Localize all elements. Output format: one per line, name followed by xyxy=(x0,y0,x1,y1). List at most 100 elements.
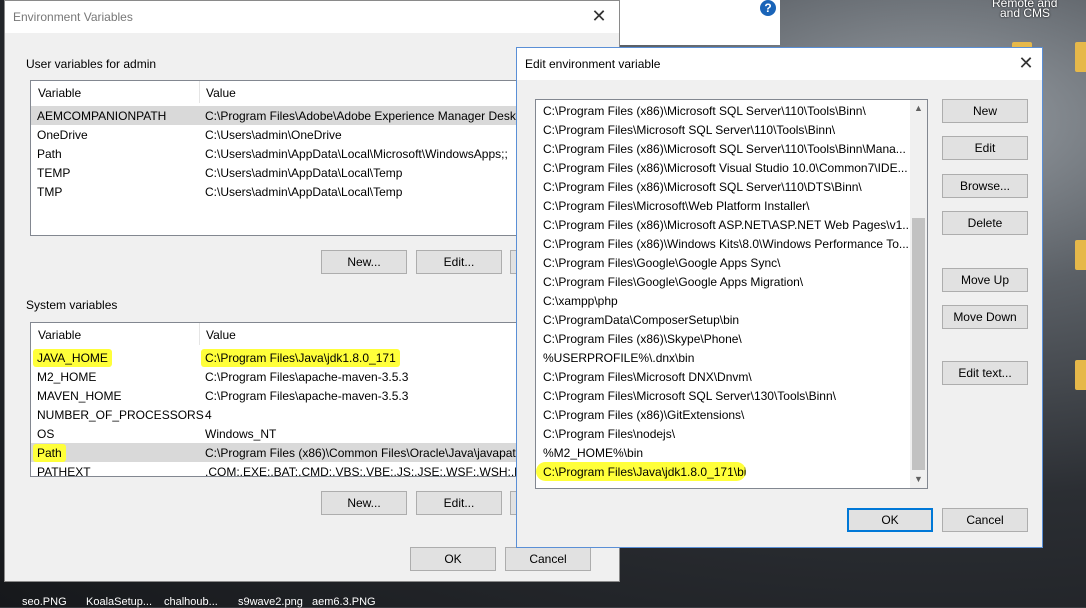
variable-value: .COM;.EXE;.BAT;.CMD;.VBS;.VBE;.JS;.JSE;.… xyxy=(205,465,530,477)
new-button[interactable]: New xyxy=(942,99,1028,123)
system-new-button[interactable]: New... xyxy=(321,491,407,515)
list-header: Variable Value xyxy=(31,81,529,103)
list-item[interactable]: C:\Program Files (x86)\GitExtensions\ xyxy=(536,405,908,424)
table-row[interactable]: TEMP C:\Users\admin\AppData\Local\Temp xyxy=(31,163,529,182)
list-item[interactable]: C:\Program Files (x86)\Windows Kits\8.0\… xyxy=(536,234,908,253)
variable-name: MAVEN_HOME xyxy=(37,389,122,403)
column-header-value[interactable]: Value xyxy=(206,328,236,342)
list-item[interactable]: C:\Program Files\Google\Google Apps Sync… xyxy=(536,253,908,272)
list-item[interactable]: %M2_HOME%\bin xyxy=(536,443,908,462)
variable-value: C:\Users\admin\AppData\Local\Temp xyxy=(205,166,403,180)
window-title: Environment Variables xyxy=(13,10,133,24)
scroll-down-icon[interactable]: ▼ xyxy=(910,471,927,488)
variable-name: TEMP xyxy=(37,166,71,180)
folder-icon[interactable] xyxy=(1075,360,1086,390)
folder-icon[interactable] xyxy=(1075,240,1086,270)
desktop-file-label[interactable]: KoalaSetup... xyxy=(86,596,152,608)
list-item[interactable]: %USERPROFILE%\.dnx\bin xyxy=(536,348,908,367)
column-header-variable[interactable]: Variable xyxy=(38,328,81,342)
edit-button[interactable]: Edit xyxy=(942,136,1028,160)
move-down-button[interactable]: Move Down xyxy=(942,305,1028,329)
table-row[interactable]: AEMCOMPANIONPATH C:\Program Files\Adobe\… xyxy=(31,106,529,125)
cancel-button[interactable]: Cancel xyxy=(942,508,1028,532)
user-variables-label: User variables for admin xyxy=(26,57,157,71)
vertical-scrollbar[interactable]: ▲ ▼ xyxy=(910,100,927,488)
table-row[interactable]: TMP C:\Users\admin\AppData\Local\Temp xyxy=(31,182,529,201)
close-icon[interactable]: ✕ xyxy=(585,3,613,29)
list-item[interactable]: C:\Program Files\Microsoft\Web Platform … xyxy=(536,196,908,215)
title-bar: Environment Variables ✕ xyxy=(5,1,619,33)
variable-value: C:\Program Files\Java\jdk1.8.0_171 xyxy=(201,349,400,367)
user-new-button[interactable]: New... xyxy=(321,250,407,274)
title-bar: Edit environment variable ✕ xyxy=(517,48,1042,80)
variable-value: C:\Users\admin\OneDrive xyxy=(205,128,342,142)
column-divider[interactable] xyxy=(199,81,200,103)
variable-name: Path xyxy=(37,147,62,161)
user-variables-list[interactable]: Variable Value AEMCOMPANIONPATH C:\Progr… xyxy=(30,80,530,236)
table-row[interactable]: Path C:\Program Files (x86)\Common Files… xyxy=(31,443,529,462)
variable-value: C:\Program Files (x86)\Common Files\Orac… xyxy=(205,446,523,460)
ok-button[interactable]: OK xyxy=(847,508,933,532)
path-entries-list[interactable]: C:\Program Files (x86)\Microsoft SQL Ser… xyxy=(535,99,928,489)
close-icon[interactable]: ✕ xyxy=(1012,50,1040,76)
ok-button[interactable]: OK xyxy=(410,547,496,571)
list-item[interactable]: C:\Program Files (x86)\Microsoft SQL Ser… xyxy=(536,101,908,120)
scroll-thumb[interactable] xyxy=(912,218,925,470)
table-row[interactable]: M2_HOME C:\Program Files\apache-maven-3.… xyxy=(31,367,529,386)
delete-button[interactable]: Delete xyxy=(942,211,1028,235)
edit-environment-variable-window: Edit environment variable ✕ C:\Program F… xyxy=(516,47,1043,548)
desktop-file-label[interactable]: aem6.3.PNG xyxy=(312,596,376,608)
column-header-variable[interactable]: Variable xyxy=(38,86,81,100)
edit-text-button[interactable]: Edit text... xyxy=(942,361,1028,385)
list-item-selected[interactable]: C:\Program Files\Java\jdk1.8.0_171\bin xyxy=(536,462,746,481)
table-row[interactable]: MAVEN_HOME C:\Program Files\apache-maven… xyxy=(31,386,529,405)
cancel-button[interactable]: Cancel xyxy=(505,547,591,571)
variable-value: C:\Users\admin\AppData\Local\Temp xyxy=(205,185,403,199)
list-item[interactable]: C:\Program Files (x86)\Skype\Phone\ xyxy=(536,329,908,348)
table-row[interactable]: NUMBER_OF_PROCESSORS 4 xyxy=(31,405,529,424)
table-row[interactable]: OS Windows_NT xyxy=(31,424,529,443)
desktop-file-label[interactable]: seo.PNG xyxy=(22,596,67,608)
variable-name: PATHEXT xyxy=(37,465,91,477)
table-row[interactable]: OneDrive C:\Users\admin\OneDrive xyxy=(31,125,529,144)
list-item[interactable]: C:\Program Files (x86)\Microsoft SQL Ser… xyxy=(536,139,908,158)
variable-value: 4 xyxy=(205,408,212,422)
variable-name: TMP xyxy=(37,185,63,199)
list-item[interactable]: C:\Program Files\Google\Google Apps Migr… xyxy=(536,272,908,291)
list-item[interactable]: C:\Program Files (x86)\Microsoft SQL Ser… xyxy=(536,177,908,196)
scroll-up-icon[interactable]: ▲ xyxy=(910,100,927,117)
system-edit-button[interactable]: Edit... xyxy=(416,491,502,515)
list-item[interactable]: C:\xampp\php xyxy=(536,291,908,310)
list-item[interactable]: C:\Program Files (x86)\Microsoft ASP.NET… xyxy=(536,215,908,234)
list-item[interactable]: C:\Program Files\Microsoft SQL Server\11… xyxy=(536,120,908,139)
list-header: Variable Value xyxy=(31,323,529,345)
variable-value: Windows_NT xyxy=(205,427,277,441)
column-divider[interactable] xyxy=(199,323,200,345)
system-variables-label: System variables xyxy=(26,298,118,312)
variable-name: OS xyxy=(37,427,55,441)
desktop-file-label[interactable]: s9wave2.png xyxy=(238,596,303,608)
help-icon[interactable]: ? xyxy=(760,0,776,16)
variable-value: C:\Program Files\apache-maven-3.5.3 xyxy=(205,370,409,384)
browse-button[interactable]: Browse... xyxy=(942,174,1028,198)
list-item[interactable]: C:\Program Files (x86)\Microsoft Visual … xyxy=(536,158,908,177)
desktop-file-label[interactable]: chalhoub... xyxy=(164,596,218,608)
list-item[interactable]: C:\Program Files\Microsoft SQL Server\13… xyxy=(536,386,908,405)
folder-icon[interactable] xyxy=(1075,42,1086,72)
table-row[interactable]: JAVA_HOME C:\Program Files\Java\jdk1.8.0… xyxy=(31,348,529,367)
table-row[interactable]: PATHEXT .COM;.EXE;.BAT;.CMD;.VBS;.VBE;.J… xyxy=(31,462,530,477)
system-variables-list[interactable]: Variable Value JAVA_HOME C:\Program File… xyxy=(30,322,530,477)
move-up-button[interactable]: Move Up xyxy=(942,268,1028,292)
variable-value: C:\Program Files\apache-maven-3.5.3 xyxy=(205,389,409,403)
desktop-icon-label[interactable]: and CMS xyxy=(1000,6,1050,20)
variable-name: OneDrive xyxy=(37,128,88,142)
table-row[interactable]: Path C:\Users\admin\AppData\Local\Micros… xyxy=(31,144,529,163)
column-header-value[interactable]: Value xyxy=(206,86,236,100)
user-edit-button[interactable]: Edit... xyxy=(416,250,502,274)
background-window-strip xyxy=(620,0,780,45)
list-item[interactable]: C:\ProgramData\ComposerSetup\bin xyxy=(536,310,908,329)
list-item[interactable]: C:\Program Files\nodejs\ xyxy=(536,424,908,443)
list-item[interactable]: C:\Program Files\Microsoft DNX\Dnvm\ xyxy=(536,367,908,386)
variable-name: AEMCOMPANIONPATH xyxy=(37,109,167,123)
variable-name: M2_HOME xyxy=(37,370,97,384)
